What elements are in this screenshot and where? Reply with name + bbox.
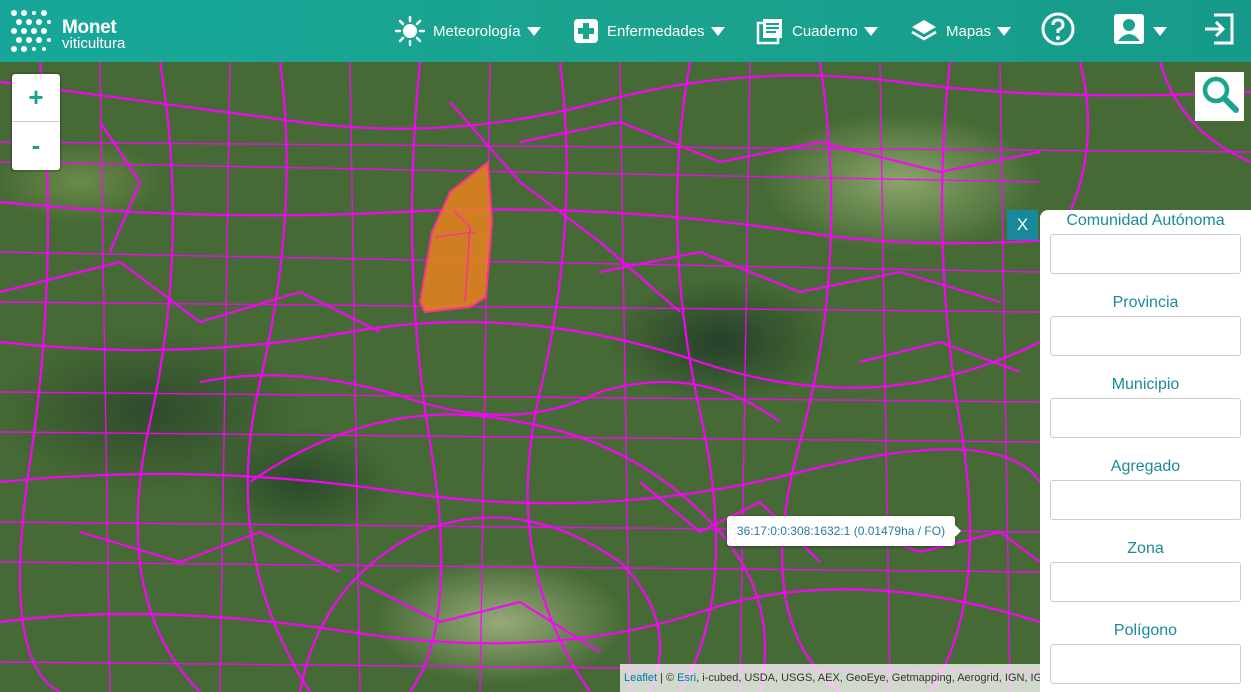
leaflet-link[interactable]: Leaflet — [624, 672, 657, 684]
field-comunidad: Comunidad Autónoma — [1040, 210, 1251, 274]
agregado-label: Agregado — [1110, 458, 1181, 475]
close-panel-button[interactable]: X — [1007, 210, 1038, 240]
comunidad-label: Comunidad Autónoma — [1066, 212, 1225, 229]
zona-label: Zona — [1127, 540, 1164, 557]
layers-icon — [910, 17, 938, 45]
brand-subtitle: viticultura — [62, 35, 126, 52]
monet-logo[interactable]: Monet viticultura — [10, 9, 140, 53]
field-poligono: Polígono — [1040, 620, 1251, 684]
help-button[interactable] — [1040, 0, 1076, 62]
field-municipio: Municipio — [1040, 374, 1251, 438]
nav-cuaderno[interactable]: Cuaderno — [756, 0, 878, 62]
chevron-down-icon — [863, 26, 878, 36]
close-label: X — [1016, 215, 1029, 234]
nav-enfermedades[interactable]: Enfermedades — [573, 0, 725, 62]
user-icon — [1113, 13, 1145, 49]
plus-cross-icon — [573, 18, 599, 44]
chevron-down-icon — [710, 26, 725, 36]
attribution-credits: , i-cubed, USDA, USGS, AEX, GeoEye, Getm… — [696, 672, 1040, 684]
logo-dots-icon — [11, 10, 51, 52]
attribution-separator: | © — [657, 672, 678, 684]
zoom-in-button[interactable]: + — [12, 74, 60, 122]
search-icon — [1200, 74, 1240, 119]
poligono-input[interactable] — [1050, 644, 1241, 684]
poligono-label: Polígono — [1113, 622, 1178, 639]
search-button[interactable] — [1195, 72, 1244, 121]
municipio-label: Municipio — [1111, 376, 1180, 393]
help-icon — [1040, 11, 1076, 51]
nav-enfermedades-label: Enfermedades — [607, 22, 705, 40]
map-attribution: Leaflet | © Esri, i-cubed, USDA, USGS, A… — [620, 664, 1040, 692]
parcel-search-panel: Comunidad Autónoma Provincia Municipio A… — [1040, 210, 1251, 692]
field-provincia: Provincia — [1040, 292, 1251, 356]
zoom-control: + - — [12, 74, 60, 170]
nav-mapas[interactable]: Mapas — [910, 0, 1012, 62]
logout-icon — [1202, 12, 1236, 50]
sun-icon — [395, 16, 425, 46]
zoom-out-button[interactable]: - — [12, 122, 60, 169]
chevron-down-icon — [1153, 26, 1167, 36]
chevron-down-icon — [997, 26, 1012, 36]
field-agregado: Agregado — [1040, 456, 1251, 520]
nav-meteorologia-label: Meteorología — [433, 22, 521, 40]
selected-parcel[interactable] — [418, 160, 494, 314]
nav-meteorologia[interactable]: Meteorología — [395, 0, 541, 62]
provincia-label: Provincia — [1112, 294, 1179, 311]
user-menu-button[interactable] — [1113, 0, 1167, 62]
zona-input[interactable] — [1050, 562, 1241, 602]
nav-cuaderno-label: Cuaderno — [792, 22, 858, 40]
municipio-input[interactable] — [1050, 398, 1241, 438]
parcel-tooltip-text: 36:17:0:0:308:1632:1 (0.01479ha / FO) — [736, 524, 946, 538]
agregado-input[interactable] — [1050, 480, 1241, 520]
logout-button[interactable] — [1202, 0, 1236, 62]
nav-mapas-label: Mapas — [946, 22, 992, 40]
comunidad-input[interactable] — [1050, 234, 1241, 274]
notebook-icon — [756, 17, 784, 45]
field-zona: Zona — [1040, 538, 1251, 602]
esri-link[interactable]: Esri — [677, 672, 696, 684]
parcel-tooltip: 36:17:0:0:308:1632:1 (0.01479ha / FO) — [727, 516, 961, 546]
provincia-input[interactable] — [1050, 316, 1241, 356]
chevron-down-icon — [526, 26, 541, 36]
top-navbar: Monet viticultura Meteorología Enfermeda… — [0, 0, 1251, 62]
